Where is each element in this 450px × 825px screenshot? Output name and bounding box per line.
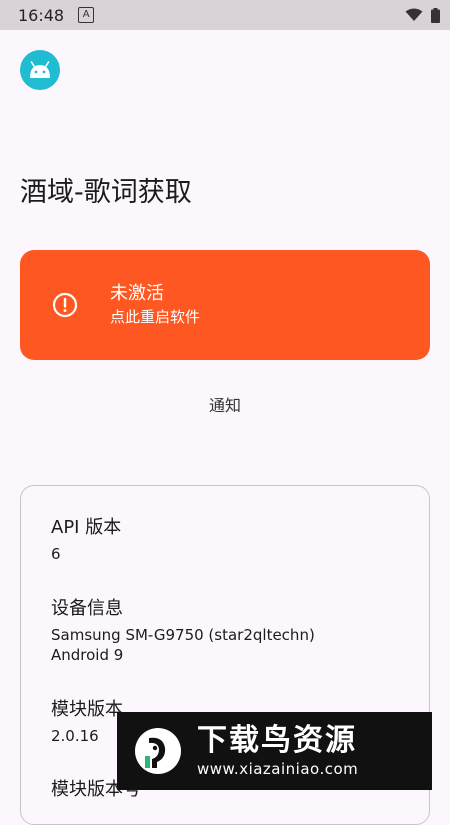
wifi-icon bbox=[405, 8, 423, 21]
notify-button[interactable]: 通知 bbox=[0, 392, 450, 416]
info-item-device: 设备信息 Samsung SM-G9750 (star2qltechn) And… bbox=[51, 597, 315, 665]
info-value-line2: Android 9 bbox=[51, 646, 124, 664]
bird-logo-icon bbox=[135, 728, 181, 774]
activation-status-card[interactable]: 未激活 点此重启软件 bbox=[20, 250, 430, 360]
status-right bbox=[405, 7, 440, 23]
info-value: 6 bbox=[51, 545, 61, 563]
watermark-title: 下载鸟资源 bbox=[197, 723, 357, 758]
info-item-api: API 版本 6 bbox=[51, 516, 121, 564]
activation-subtitle: 点此重启软件 bbox=[110, 308, 201, 326]
watermark-banner: 下载鸟资源 www.xiazainiao.com bbox=[117, 712, 432, 790]
info-item-module-version: 模块版本 2.0.16 bbox=[51, 698, 123, 746]
activation-title: 未激活 bbox=[110, 283, 164, 304]
status-left: 16:48 A bbox=[18, 5, 95, 25]
info-value: Samsung SM-G9750 (star2qltechn) bbox=[51, 626, 315, 644]
notification-icon: A bbox=[78, 7, 95, 23]
watermark-texts: 下载鸟资源 www.xiazainiao.com bbox=[197, 723, 358, 779]
battery-icon bbox=[431, 7, 440, 23]
info-label: API 版本 bbox=[51, 517, 122, 538]
page-title: 酒域-歌词获取 bbox=[20, 177, 192, 208]
android-icon bbox=[20, 50, 60, 90]
warning-icon bbox=[52, 292, 78, 318]
status-bar: 16:48 A bbox=[0, 0, 450, 30]
info-label: 模块版本 bbox=[51, 699, 123, 720]
watermark-url: www.xiazainiao.com bbox=[197, 760, 359, 778]
info-label: 设备信息 bbox=[51, 598, 123, 619]
info-value: 2.0.16 bbox=[51, 727, 99, 745]
activation-texts: 未激活 点此重启软件 bbox=[110, 282, 200, 328]
status-time: 16:48 bbox=[18, 5, 65, 25]
